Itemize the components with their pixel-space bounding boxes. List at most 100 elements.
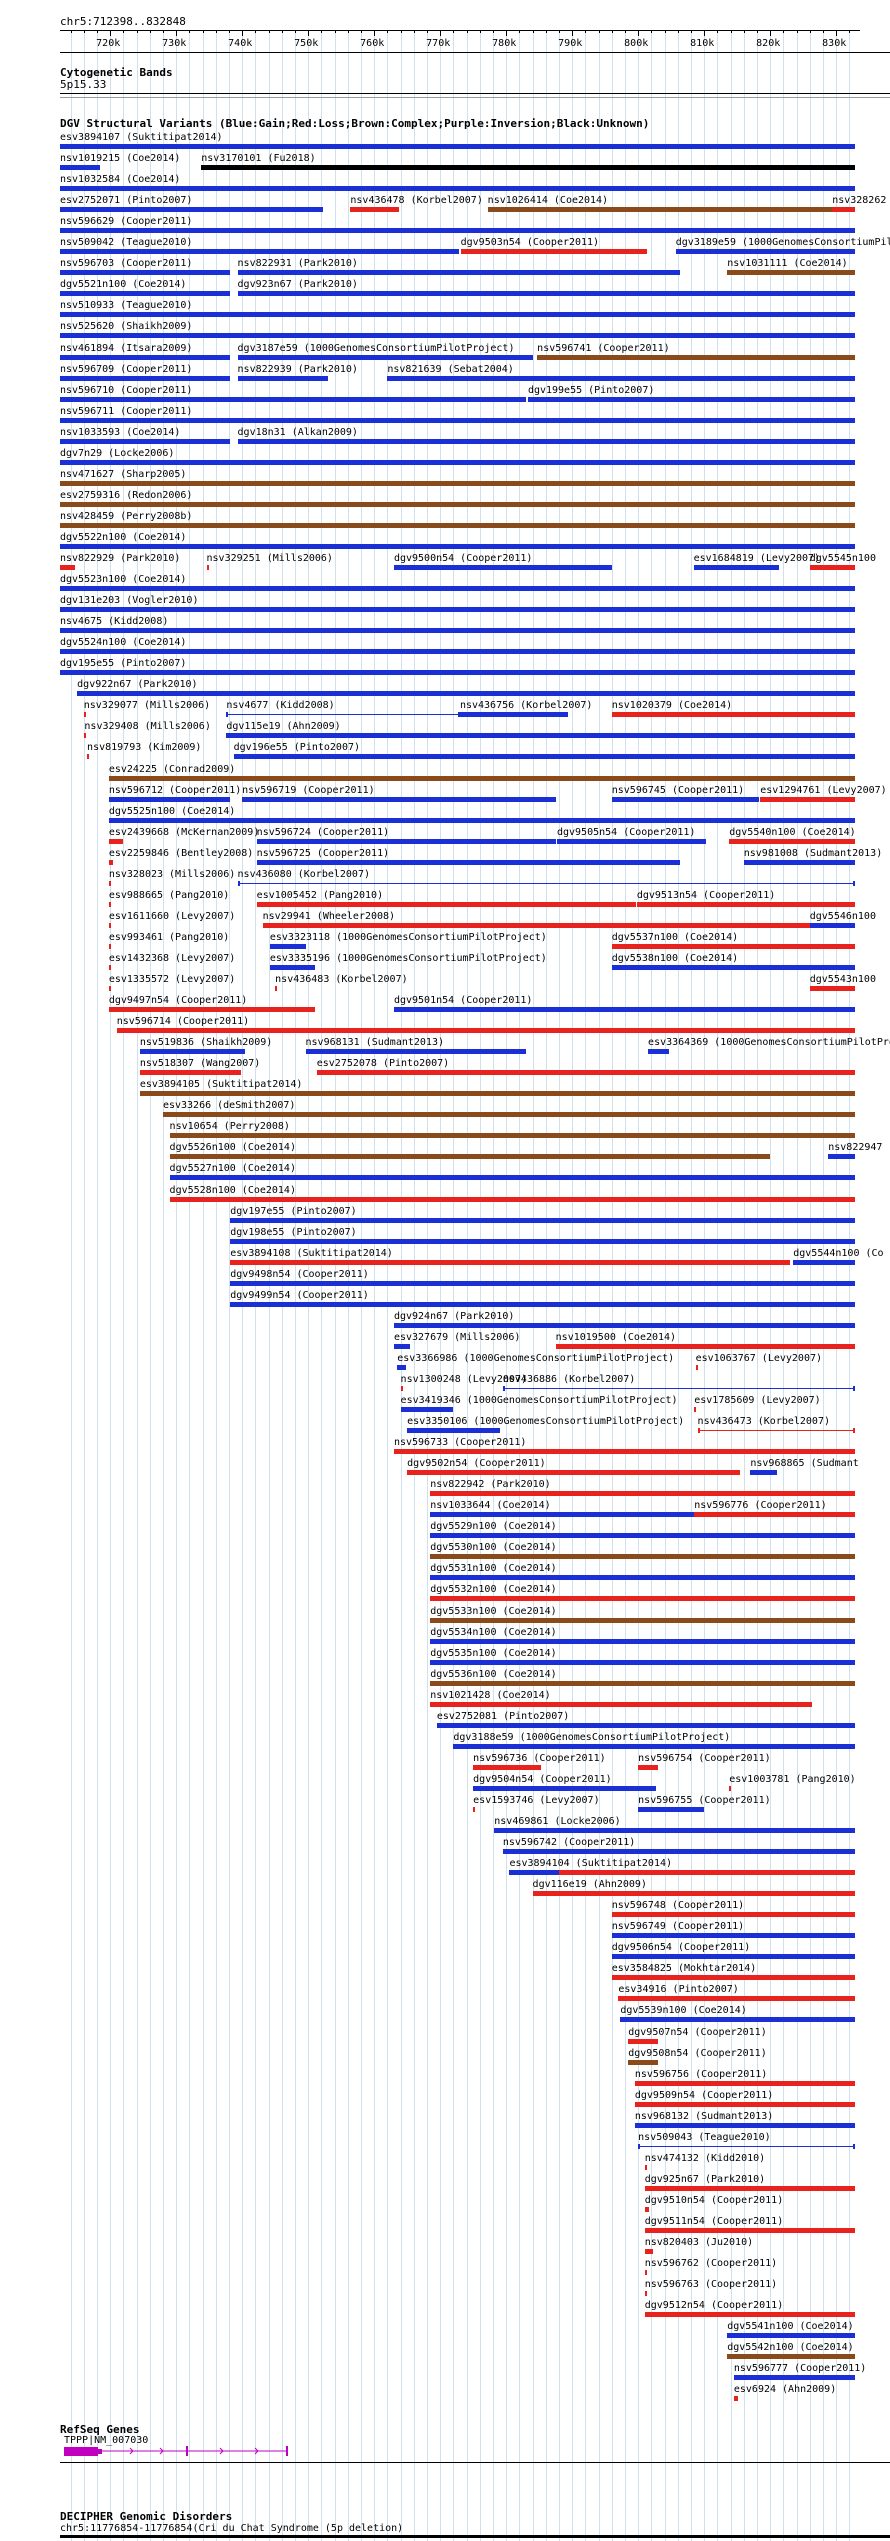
sv-feature-bar-gain[interactable] (60, 418, 855, 423)
sv-feature-bar-loss[interactable] (108, 839, 124, 844)
sv-feature-bar-loss[interactable] (430, 1596, 855, 1601)
sv-feature-bar-loss[interactable] (108, 881, 111, 886)
sv-feature-bar-gain[interactable] (60, 355, 231, 360)
sv-feature-bar-loss[interactable] (83, 712, 86, 717)
sv-feature-bar-gain[interactable] (556, 839, 707, 844)
sv-feature-bar-loss[interactable] (809, 986, 855, 991)
sv-feature-bar-loss[interactable] (400, 1386, 403, 1391)
sv-feature-bar-gain[interactable] (60, 333, 855, 338)
sv-feature-bar-gain[interactable] (430, 1575, 855, 1580)
sv-feature-bar-gain[interactable] (60, 186, 855, 191)
sv-feature-bar-gain[interactable] (60, 439, 231, 444)
sv-feature-bar-gain[interactable] (611, 965, 855, 970)
sv-feature-bar-gain[interactable] (459, 712, 568, 717)
sv-feature-bar-gain[interactable] (638, 2146, 855, 2147)
sv-feature-bar-loss[interactable] (532, 1891, 855, 1896)
sv-feature-bar-gain[interactable] (727, 2333, 855, 2338)
sv-feature-bar-gain[interactable] (611, 797, 759, 802)
sv-feature-bar-gain[interactable] (237, 270, 681, 275)
sv-feature-bar-loss[interactable] (644, 2249, 653, 2254)
sv-feature-bar-gain[interactable] (828, 1154, 855, 1159)
sv-feature-bar-gain[interactable] (527, 397, 855, 402)
sv-feature-bar-gain[interactable] (169, 1175, 855, 1180)
sv-feature-bar-gain[interactable] (60, 628, 855, 633)
sv-feature-bar-loss[interactable] (644, 2165, 647, 2170)
sv-feature-bar-gain[interactable] (60, 397, 526, 402)
sv-feature-bar-complex[interactable] (60, 502, 855, 507)
sv-feature-bar-gain[interactable] (634, 2123, 855, 2128)
sv-feature-bar-loss[interactable] (393, 1449, 855, 1454)
sv-feature-bar-gain[interactable] (393, 565, 612, 570)
sv-feature-bar-loss[interactable] (558, 1870, 855, 1875)
sv-feature-bar-loss[interactable] (644, 2312, 855, 2317)
sv-feature-bar-gain[interactable] (473, 1786, 656, 1791)
sv-feature-bar-gain[interactable] (675, 249, 855, 254)
sv-feature-bar-gain[interactable] (256, 860, 681, 865)
sv-feature-bar-complex[interactable] (537, 355, 855, 360)
refseq-gene-model[interactable] (60, 2444, 300, 2460)
sv-feature-bar-gain[interactable] (237, 291, 855, 296)
sv-feature-bar-gain[interactable] (750, 1470, 777, 1475)
sv-feature-bar-gain[interactable] (397, 1365, 406, 1370)
sv-feature-bar-gain[interactable] (407, 1428, 500, 1433)
sv-feature-bar-gain[interactable] (494, 1828, 855, 1833)
sv-feature-bar-gain[interactable] (60, 270, 231, 275)
sv-feature-bar-gain[interactable] (242, 797, 556, 802)
sv-feature-bar-gain[interactable] (733, 2375, 855, 2380)
sv-feature-bar-gain[interactable] (430, 1639, 855, 1644)
sv-feature-bar-gain[interactable] (502, 1388, 855, 1389)
sv-feature-bar-complex[interactable] (727, 270, 855, 275)
sv-feature-bar-gain[interactable] (809, 923, 855, 928)
sv-feature-bar-loss[interactable] (108, 986, 111, 991)
sv-feature-bar-complex[interactable] (567, 1091, 855, 1096)
sv-feature-bar-gain[interactable] (60, 207, 323, 212)
sv-feature-bar-gain[interactable] (60, 291, 231, 296)
sv-feature-bar-loss[interactable] (729, 1786, 732, 1791)
sv-feature-bar-loss[interactable] (230, 1260, 790, 1265)
sv-feature-bar-gain[interactable] (77, 691, 855, 696)
sv-feature-bar-gain[interactable] (139, 1049, 246, 1054)
sv-feature-bar-gain[interactable] (230, 1302, 855, 1307)
sv-feature-bar-gain[interactable] (430, 1512, 695, 1517)
sv-feature-bar-unknown[interactable] (201, 165, 855, 170)
sv-feature-bar-loss[interactable] (84, 733, 87, 738)
sv-feature-bar-complex[interactable] (169, 1154, 771, 1159)
sv-feature-bar-gain[interactable] (502, 1849, 855, 1854)
sv-feature-bar-complex[interactable] (60, 523, 855, 528)
sv-feature-bar-gain[interactable] (793, 1260, 855, 1265)
sv-feature-bar-loss[interactable] (697, 1430, 855, 1431)
sv-feature-bar-loss[interactable] (473, 1807, 476, 1812)
sv-feature-bar-complex[interactable] (139, 1091, 568, 1096)
sv-feature-bar-complex[interactable] (169, 1133, 855, 1138)
sv-feature-bar-gain[interactable] (393, 1007, 855, 1012)
sv-feature-bar-gain[interactable] (693, 565, 779, 570)
sv-feature-bar-gain[interactable] (60, 312, 855, 317)
sv-feature-bar-loss[interactable] (60, 565, 75, 570)
sv-feature-bar-gain[interactable] (60, 376, 231, 381)
sv-feature-bar-loss[interactable] (611, 944, 855, 949)
sv-feature-bar-gain[interactable] (230, 1218, 855, 1223)
sv-feature-bar-gain[interactable] (60, 165, 100, 170)
sv-feature-bar-loss[interactable] (116, 1028, 855, 1033)
sv-feature-bar-loss[interactable] (809, 565, 855, 570)
sv-feature-bar-loss[interactable] (262, 923, 855, 928)
sv-feature-bar-gain[interactable] (453, 1744, 855, 1749)
sv-feature-bar-loss[interactable] (108, 944, 111, 949)
sv-feature-bar-loss[interactable] (108, 860, 113, 865)
sv-feature-bar-loss[interactable] (275, 986, 278, 991)
dgv-track-title[interactable]: DGV Structural Variants (Blue:Gain;Red:L… (60, 118, 649, 130)
sv-feature-bar-loss[interactable] (108, 965, 111, 970)
sv-feature-bar-loss[interactable] (729, 839, 855, 844)
sv-feature-bar-complex[interactable] (430, 1618, 855, 1623)
sv-feature-bar-gain[interactable] (269, 944, 306, 949)
sv-feature-bar-gain[interactable] (233, 754, 855, 759)
sv-feature-bar-loss[interactable] (350, 207, 399, 212)
sv-feature-bar-loss[interactable] (139, 1070, 242, 1075)
sv-feature-bar-gain[interactable] (393, 1344, 411, 1349)
sv-feature-bar-loss[interactable] (644, 2270, 648, 2275)
sv-feature-bar-complex[interactable] (430, 1681, 855, 1686)
sv-feature-bar-loss[interactable] (733, 2396, 739, 2401)
sv-feature-bar-gain[interactable] (436, 1723, 855, 1728)
decipher-feature-bar[interactable] (60, 2535, 890, 2538)
sv-feature-bar-loss[interactable] (618, 1996, 855, 2001)
